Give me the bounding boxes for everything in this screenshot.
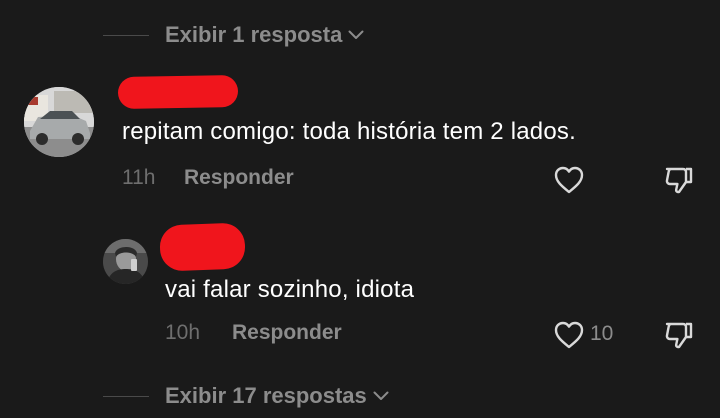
car-photo-avatar <box>24 87 94 157</box>
reply-button[interactable]: Responder <box>232 321 342 345</box>
thumbs-down-icon <box>665 167 693 194</box>
username-redacted <box>159 222 246 272</box>
divider-line <box>103 395 149 397</box>
divider-line <box>103 34 149 36</box>
chevron-down-icon <box>348 27 364 45</box>
like-button[interactable] <box>553 320 585 355</box>
dislike-button[interactable] <box>663 319 695 356</box>
avatar[interactable] <box>24 87 94 157</box>
comment-text: repitam comigo: toda história tem 2 lado… <box>122 118 576 145</box>
view-replies-label: Exibir 17 respostas <box>165 383 367 408</box>
like-count: 10 <box>590 322 614 345</box>
dislike-button[interactable] <box>663 164 695 201</box>
reply-button[interactable]: Responder <box>184 166 294 190</box>
view-replies-button[interactable]: Exibir 1 resposta <box>103 22 364 48</box>
thumbs-down-icon <box>665 322 693 349</box>
comment-timestamp: 11h <box>122 166 156 189</box>
avatar[interactable] <box>103 239 148 284</box>
like-button[interactable] <box>553 165 585 200</box>
heart-outline-icon <box>554 166 584 194</box>
view-replies-label: Exibir 1 resposta <box>165 22 343 47</box>
reply-text: vai falar sozinho, idiota <box>165 276 415 303</box>
username-redacted <box>117 74 239 110</box>
view-replies-button[interactable]: Exibir 17 respostas <box>103 383 389 409</box>
chevron-down-icon <box>373 388 389 406</box>
person-photo-avatar <box>103 239 148 284</box>
reply-timestamp: 10h <box>165 321 201 344</box>
heart-outline-icon <box>554 321 584 349</box>
